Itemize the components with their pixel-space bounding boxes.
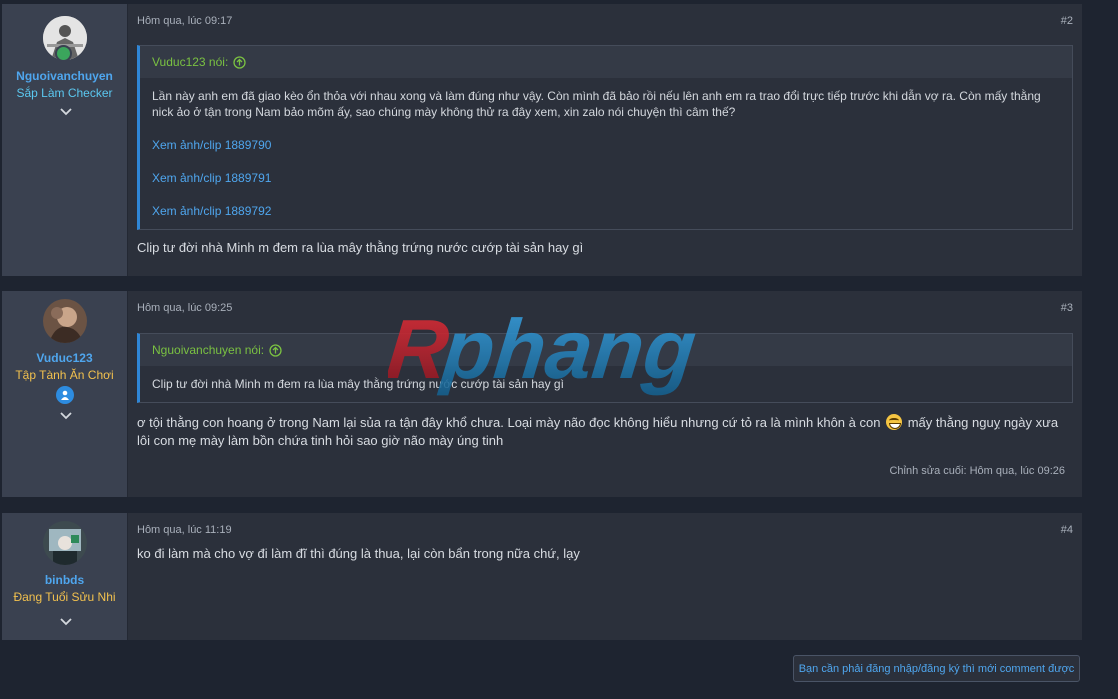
message-text: ơ tội thằng con hoang ở trong Nam lại sủ… (137, 415, 881, 430)
post-user-panel: Vuduc123 Tập Tành Ăn Chơi (2, 291, 128, 497)
quote-header[interactable]: Nguoivanchuyen nói: (140, 334, 1072, 366)
username[interactable]: Nguoivanchuyen (16, 69, 113, 83)
quote-block: Nguoivanchuyen nói: Clip tư đời nhà Minh… (137, 333, 1073, 403)
post-time[interactable]: Hôm qua, lúc 09:25 (137, 302, 232, 314)
username[interactable]: Vuduc123 (36, 351, 92, 365)
post-message: Clip tư đời nhà Minh m đem ra lùa mây th… (137, 240, 584, 255)
media-link[interactable]: Xem ảnh/clip 1889792 (152, 203, 1060, 219)
avatar[interactable] (42, 299, 87, 343)
chevron-down-icon[interactable] (60, 108, 72, 118)
post-number[interactable]: #3 (1061, 302, 1073, 314)
quote-text: Lần này anh em đã giao kèo ổn thỏa với n… (152, 89, 1041, 119)
media-link[interactable]: Xem ảnh/clip 1889791 (152, 170, 1060, 186)
post-message: ơ tội thằng con hoang ở trong Nam lại sủ… (137, 414, 1068, 450)
media-link[interactable]: Xem ảnh/clip 1889790 (152, 137, 1060, 153)
post-time[interactable]: Hôm qua, lúc 11:19 (137, 524, 232, 536)
post-user-panel: binbds Đang Tuổi Sửu Nhi (2, 513, 128, 640)
user-title: Sắp Làm Checker (16, 86, 113, 100)
user-title: Đang Tuổi Sửu Nhi (13, 590, 116, 604)
post-time[interactable]: Hôm qua, lúc 09:17 (137, 15, 232, 27)
post-message: ko đi làm mà cho vợ đi làm đĩ thì đúng l… (137, 546, 580, 561)
chevron-down-icon[interactable] (60, 618, 72, 628)
login-register-button[interactable]: Bạn cần phải đăng nhập/đăng ký thì mới c… (793, 655, 1080, 682)
post-number[interactable]: #4 (1061, 524, 1073, 536)
post-2: Nguoivanchuyen Sắp Làm Checker Hôm qua, … (2, 4, 1082, 276)
quote-content: Lần này anh em đã giao kèo ổn thỏa với n… (140, 78, 1072, 229)
quote-header[interactable]: Vuduc123 nói: (140, 46, 1072, 78)
user-title: Tập Tành Ăn Chơi (15, 368, 114, 382)
quote-block: Vuduc123 nói: Lần này anh em đã giao kèo… (137, 45, 1073, 230)
arrow-up-circle-icon[interactable] (233, 55, 246, 69)
grinning-emoji-icon (886, 414, 903, 430)
avatar[interactable] (42, 521, 87, 565)
quote-text: Clip tư đời nhà Minh m đem ra lùa mây th… (152, 377, 564, 391)
user-badge-icon (55, 386, 74, 404)
chevron-down-icon[interactable] (60, 412, 72, 422)
arrow-up-circle-icon[interactable] (269, 343, 282, 357)
post-3: Vuduc123 Tập Tành Ăn Chơi Hôm qua, lúc 0… (2, 291, 1082, 497)
quote-content: Clip tư đời nhà Minh m đem ra lùa mây th… (140, 366, 1072, 402)
quote-author[interactable]: Nguoivanchuyen nói: (152, 343, 264, 357)
post-body: Hôm qua, lúc 09:17 #2 Vuduc123 nói: Lần … (128, 4, 1082, 276)
post-user-panel: Nguoivanchuyen Sắp Làm Checker (2, 4, 128, 276)
post-body: Hôm qua, lúc 09:25 #3 Nguoivanchuyen nói… (128, 291, 1082, 497)
post-number[interactable]: #2 (1061, 15, 1073, 27)
online-status-icon (55, 45, 72, 62)
username[interactable]: binbds (45, 573, 84, 587)
quote-author[interactable]: Vuduc123 nói: (152, 55, 228, 69)
post-4: binbds Đang Tuổi Sửu Nhi Hôm qua, lúc 11… (2, 513, 1082, 640)
post-body: Hôm qua, lúc 11:19 #4 ko đi làm mà cho v… (128, 513, 1082, 640)
edited-note: Chỉnh sửa cuối: Hôm qua, lúc 09:26 (889, 465, 1065, 477)
